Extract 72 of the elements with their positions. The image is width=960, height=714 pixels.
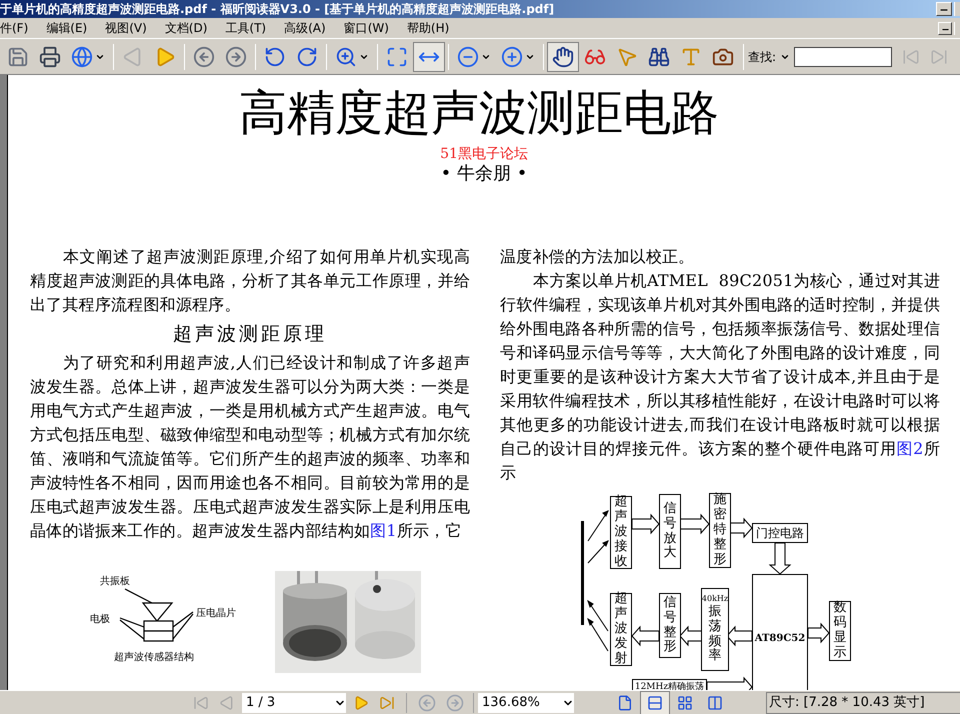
diagram-node: 门控电路: [752, 523, 808, 543]
figure-link[interactable]: 图1: [370, 521, 397, 540]
diagram-node: AT89C52: [752, 574, 808, 690]
last-page-icon: [379, 694, 395, 710]
diagram-node: 施密特整形: [709, 493, 731, 568]
arrow: [726, 626, 752, 646]
diagram-node: 40kHz 振荡频率: [701, 588, 729, 671]
facing-icon: [677, 694, 693, 710]
menu-item[interactable]: 编辑(E): [46, 22, 106, 34]
document-title: 高精度超声波测距电路: [238, 84, 720, 141]
page-size-label: 尺寸: [7.28 * 10.43 英寸]: [766, 692, 960, 714]
save-icon: [7, 46, 29, 68]
diagram-node: 超声波接收: [610, 496, 632, 569]
arrow: [631, 626, 660, 646]
menu-item[interactable]: 帮助(H): [406, 22, 468, 34]
find-next-icon: [930, 48, 948, 66]
part-label: 压电晶片: [196, 609, 236, 619]
diagram-node: 信号放大: [659, 494, 681, 569]
zoom-in-icon: [501, 46, 523, 68]
zoom-field[interactable]: 136.68%: [478, 692, 574, 712]
arrow: [730, 518, 753, 538]
print-icon: [39, 46, 61, 68]
arrow: [680, 514, 710, 534]
layout-button[interactable]: [640, 690, 670, 714]
menu-item[interactable]: 高级(A): [284, 22, 344, 34]
find-label: 查找:: [748, 48, 776, 66]
paragraph: 温度补偿的方法加以校正。: [500, 246, 696, 268]
part-label: 电极: [90, 615, 110, 625]
arrow: [768, 542, 792, 575]
continuous-icon: [647, 694, 663, 710]
binoculars-icon: [648, 46, 670, 68]
source-label: 51黑电子论坛: [440, 145, 528, 163]
toolbar-button[interactable]: [547, 42, 579, 72]
arrow: [632, 514, 660, 534]
arrow: [808, 622, 830, 644]
rotate-left-icon: [264, 46, 286, 68]
menu-item[interactable]: 窗口(W): [344, 22, 407, 34]
fit-page-icon: [386, 46, 408, 68]
single-page-icon: [617, 694, 633, 710]
previous-page-icon: [219, 694, 235, 710]
paragraph: 本文阐述了超声波测距原理,介绍了如何用单片机实现高精度超声波测距的具体电路，分析了其各单元工作原理，并给出了其程序流程图和源程序。: [30, 246, 470, 316]
part-label: 共振板: [100, 577, 130, 587]
figure-link[interactable]: 图2: [896, 439, 924, 458]
menu-item[interactable]: 视图(V): [105, 22, 165, 34]
menu-item[interactable]: 文档(D): [164, 22, 226, 34]
menu-item[interactable]: 工具(T): [225, 22, 284, 34]
pointer-icon: [616, 46, 638, 68]
menu-item[interactable]: 件(F): [0, 22, 46, 34]
minimize-button[interactable]: [936, 2, 952, 16]
continuous-facing-icon: [707, 694, 723, 710]
diagram-node: 12MHz精确振荡: [632, 679, 707, 690]
paragraph: 为了研究和利用超声波,人们已经设计和制成了许多超声波发生器。总体上讲，超声波发生器可以分为两大类：一类是用电气方式产生超声波，一类是用机械方式产生超声波。电气方式包括压电型、磁致伸缩型和电动型等；机械方式有加尔统笛、液哨和气流旋笛等。它们所产生的超声波的频率、功率和声波特性各不相同，因而用途也各不相同。目前较为常用的是压电式超声波发生器。压电式超声波发生器实际上是利用压电晶体的谐振来工作的。超声波发生器内部结构如图1所示，它: [30, 352, 470, 542]
toolbar-button[interactable]: [413, 42, 445, 72]
hand-icon: [552, 46, 574, 68]
globe-icon: [71, 46, 93, 68]
page-field[interactable]: 1 / 3: [242, 692, 346, 712]
find-previous-icon: [902, 48, 920, 66]
author-name: • 牛余朋 •: [440, 163, 528, 185]
next-view-icon: [225, 46, 247, 68]
first-page-icon: [193, 694, 209, 710]
paragraph: 本方案以单片机ATMEL 89C2051为核心，通过对其进行软件编程，实现该单片机对其外围电路的适时控制，并提供给外围电路各种所需的信号，包括频率振荡信号、数据处理信号和译码显示信号等等，大大简化了外围电路的设计难度，同时更重要的是该种设计方案大大节省了设计成本,并且由于是采用软件编程技术，所以其移植性能好，在设计电路时可以将其他更多的功能设计进去,而我们在设计电路板时就可以根据自己的设计目的焊接元件。该方案的整个硬件电路可用图2所示: [500, 270, 940, 484]
rotate-right-icon: [296, 46, 318, 68]
document-minimize-button[interactable]: [938, 22, 952, 34]
section-heading: 超声波测距原理: [172, 322, 328, 346]
previous-view-icon: [193, 46, 215, 68]
diagram-node: 信号整形: [659, 593, 681, 658]
figure-caption: 超声波传感器结构: [114, 653, 194, 663]
zoom-out-icon: [457, 46, 479, 68]
zoom-in-icon: [335, 46, 357, 68]
next-page-icon: [353, 694, 369, 710]
diagram-node: 超声波发射: [610, 593, 632, 666]
find-field[interactable]: [794, 46, 892, 66]
